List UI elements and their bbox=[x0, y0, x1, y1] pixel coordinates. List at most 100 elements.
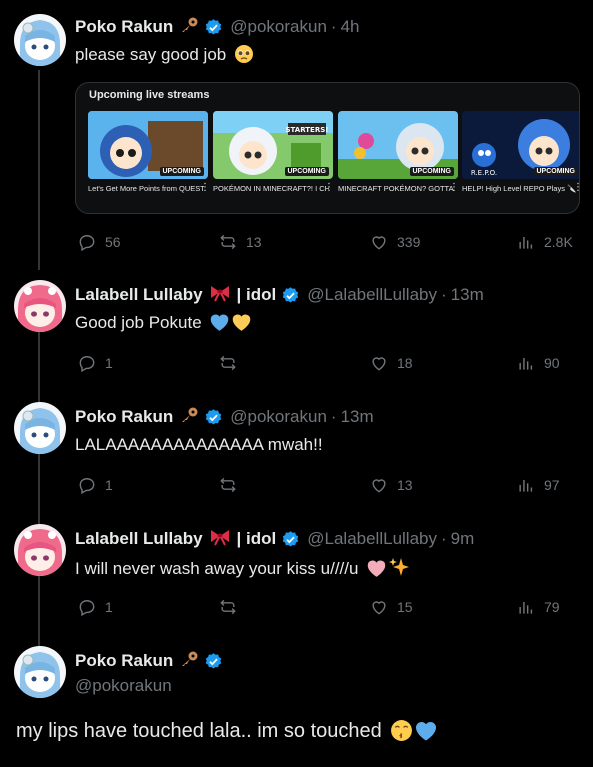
ribbon-icon bbox=[209, 284, 231, 307]
view-count: 90 bbox=[544, 355, 560, 371]
video-title[interactable]: MINECRAFT POKÉMON? GOTTA CATCH EM ALL! 💗… bbox=[338, 183, 454, 194]
tweet[interactable]: Lalabell Lullaby | idol @LalabellLullaby… bbox=[0, 280, 593, 380]
timestamp[interactable]: 9m bbox=[451, 529, 475, 549]
verified-icon bbox=[281, 286, 300, 305]
heart-icon bbox=[372, 357, 386, 371]
tweet-actions: 1 13 97 bbox=[75, 475, 580, 495]
views-button[interactable]: 90 bbox=[516, 353, 560, 373]
tweet-text-content: Good job Pokute bbox=[75, 313, 202, 332]
handle[interactable]: @LalabellLullaby bbox=[307, 285, 437, 305]
repost-button[interactable] bbox=[218, 597, 246, 617]
repost-icon bbox=[220, 355, 236, 371]
avatar-lalabell[interactable] bbox=[14, 524, 66, 576]
video-thumbnail[interactable]: UPCOMING bbox=[338, 111, 458, 179]
reply-count: 56 bbox=[105, 234, 121, 250]
verified-icon bbox=[204, 652, 223, 671]
key-icon bbox=[179, 17, 199, 38]
display-name[interactable]: Lalabell Lullaby bbox=[75, 285, 203, 305]
key-icon bbox=[179, 407, 199, 428]
tweet-actions: 1 15 79 bbox=[75, 597, 580, 617]
sparkles-icon bbox=[388, 556, 410, 584]
tweet-text-content: LALAAAAAAAAAAAAAA mwah!! bbox=[75, 435, 323, 454]
view-count: 79 bbox=[544, 599, 560, 615]
upcoming-streams-card[interactable]: Upcoming live streams UPCOMING Let's Get… bbox=[75, 82, 580, 214]
like-button[interactable]: 339 bbox=[369, 232, 420, 252]
views-button[interactable]: 79 bbox=[516, 597, 560, 617]
svg-text:STARTERS!: STARTERS! bbox=[286, 126, 329, 134]
kissing-face-icon bbox=[390, 719, 413, 750]
repost-button[interactable] bbox=[218, 475, 246, 495]
views-icon bbox=[519, 602, 533, 614]
timestamp[interactable]: 13m bbox=[451, 285, 484, 305]
display-name[interactable]: Lalabell Lullaby bbox=[75, 529, 203, 549]
blue-heart-icon bbox=[209, 312, 230, 338]
handle[interactable]: @pokorakun bbox=[230, 407, 327, 427]
views-button[interactable]: 97 bbox=[516, 475, 560, 495]
timestamp[interactable]: 4h bbox=[341, 17, 360, 37]
video-thumbnail[interactable]: UPCOMING bbox=[88, 111, 208, 179]
like-count: 13 bbox=[397, 477, 413, 493]
views-icon bbox=[519, 358, 533, 370]
tweet-text: I will never wash away your kiss u////u bbox=[75, 556, 410, 584]
avatar-poko[interactable] bbox=[14, 402, 66, 454]
ribbon-icon bbox=[209, 528, 231, 551]
display-name[interactable]: Poko Rakun bbox=[75, 17, 173, 37]
handle[interactable]: @pokorakun bbox=[75, 676, 172, 696]
avatar-poko[interactable] bbox=[14, 14, 66, 66]
tweet-header: Lalabell Lullaby | idol @LalabellLullaby… bbox=[75, 528, 474, 550]
tweet-text-content: my lips have touched lala.. im so touche… bbox=[16, 720, 382, 742]
view-count: 97 bbox=[544, 477, 560, 493]
reply-button[interactable]: 1 bbox=[77, 353, 113, 373]
more-icon[interactable]: ⋮ bbox=[573, 182, 579, 193]
like-button[interactable]: 13 bbox=[369, 475, 413, 495]
display-name[interactable]: Poko Rakun bbox=[75, 651, 173, 671]
repost-icon bbox=[220, 234, 236, 250]
like-count: 339 bbox=[397, 234, 421, 250]
video-thumbnail[interactable]: STARTERS! UPCOMING bbox=[213, 111, 333, 179]
more-icon[interactable]: ⋮ bbox=[200, 182, 210, 193]
video-thumbnail[interactable]: R.E.P.O. UPCOMING bbox=[462, 111, 579, 179]
reply-button[interactable]: 56 bbox=[77, 232, 121, 252]
video-title[interactable]: HELP! High Level REPO Plays 🔪 【R.E.P.O】 bbox=[462, 183, 578, 194]
views-icon bbox=[519, 237, 533, 249]
tweet-header: Poko Rakun @pokorakun · 4h bbox=[75, 16, 360, 38]
reply-count: 1 bbox=[105, 599, 113, 615]
tweet[interactable]: Poko Rakun @pokorakun · 13m LALAAAAAAAAA… bbox=[0, 402, 593, 502]
avatar-lalabell[interactable] bbox=[14, 280, 66, 332]
pink-heart-icon bbox=[366, 558, 387, 584]
tweet-text: please say good job bbox=[75, 44, 254, 70]
upcoming-badge: UPCOMING bbox=[159, 167, 204, 176]
reply-icon bbox=[79, 356, 95, 373]
blue-heart-icon bbox=[414, 719, 438, 750]
key-icon bbox=[179, 651, 199, 672]
separator-dot: · bbox=[440, 529, 447, 548]
heart-icon bbox=[372, 479, 386, 493]
handle[interactable]: @pokorakun bbox=[230, 17, 327, 37]
tweet[interactable]: Poko Rakun @pokorakun · 4h please say go… bbox=[0, 14, 593, 264]
reply-button[interactable]: 1 bbox=[77, 475, 113, 495]
like-button[interactable]: 15 bbox=[369, 597, 413, 617]
reply-icon bbox=[79, 600, 95, 617]
verified-icon bbox=[281, 530, 300, 549]
repost-button[interactable] bbox=[218, 353, 246, 373]
repost-button[interactable]: 13 bbox=[218, 232, 262, 252]
more-icon[interactable]: ⋮ bbox=[324, 182, 334, 193]
like-button[interactable]: 18 bbox=[369, 353, 413, 373]
views-button[interactable]: 2.8K bbox=[516, 232, 573, 252]
tweet[interactable]: Lalabell Lullaby | idol @LalabellLullaby… bbox=[0, 524, 593, 624]
display-name[interactable]: Poko Rakun bbox=[75, 407, 173, 427]
avatar-poko[interactable] bbox=[14, 646, 66, 698]
handle[interactable]: @LalabellLullaby bbox=[307, 529, 437, 549]
video-title[interactable]: POKÉMON IN MINECRAFT?! I CHOOSE YOU! 💗 .… bbox=[213, 183, 329, 194]
more-icon[interactable]: ⋮ bbox=[449, 182, 459, 193]
focused-tweet-text: my lips have touched lala.. im so touche… bbox=[16, 717, 438, 750]
separator-dot: · bbox=[330, 407, 337, 426]
timestamp[interactable]: 13m bbox=[341, 407, 374, 427]
views-icon bbox=[519, 480, 533, 492]
reply-icon bbox=[79, 235, 95, 252]
reply-count: 1 bbox=[105, 477, 113, 493]
reply-button[interactable]: 1 bbox=[77, 597, 113, 617]
video-title[interactable]: Let's Get More Points from QUESTS! 🌱 【MI… bbox=[88, 183, 204, 194]
repost-icon bbox=[220, 477, 236, 493]
tweet-header: Lalabell Lullaby | idol @LalabellLullaby… bbox=[75, 284, 484, 306]
